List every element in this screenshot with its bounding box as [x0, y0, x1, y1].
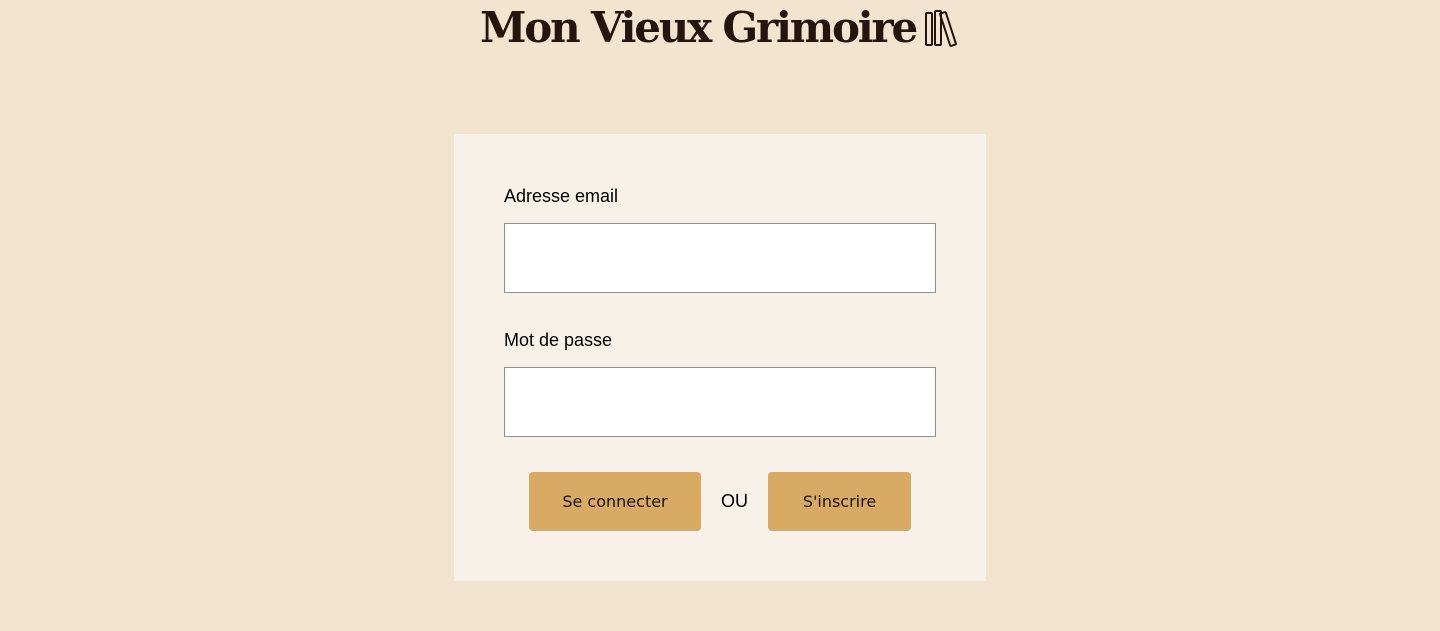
site-header: Mon Vieux Grimoire [0, 0, 1440, 60]
app-title: Mon Vieux Grimoire [480, 3, 918, 52]
login-button[interactable]: Se connecter [529, 472, 701, 531]
email-label: Adresse email [504, 186, 619, 206]
login-card: Adresse email Mot de passe Se connecter … [454, 134, 986, 581]
email-input[interactable] [504, 223, 936, 293]
password-label: Mot de passe [504, 330, 613, 350]
site-logo[interactable]: Mon Vieux Grimoire [480, 4, 960, 52]
password-input[interactable] [504, 367, 936, 437]
signup-button[interactable]: S'inscrire [768, 472, 911, 531]
or-separator: OU [721, 491, 748, 511]
books-icon [925, 10, 957, 47]
